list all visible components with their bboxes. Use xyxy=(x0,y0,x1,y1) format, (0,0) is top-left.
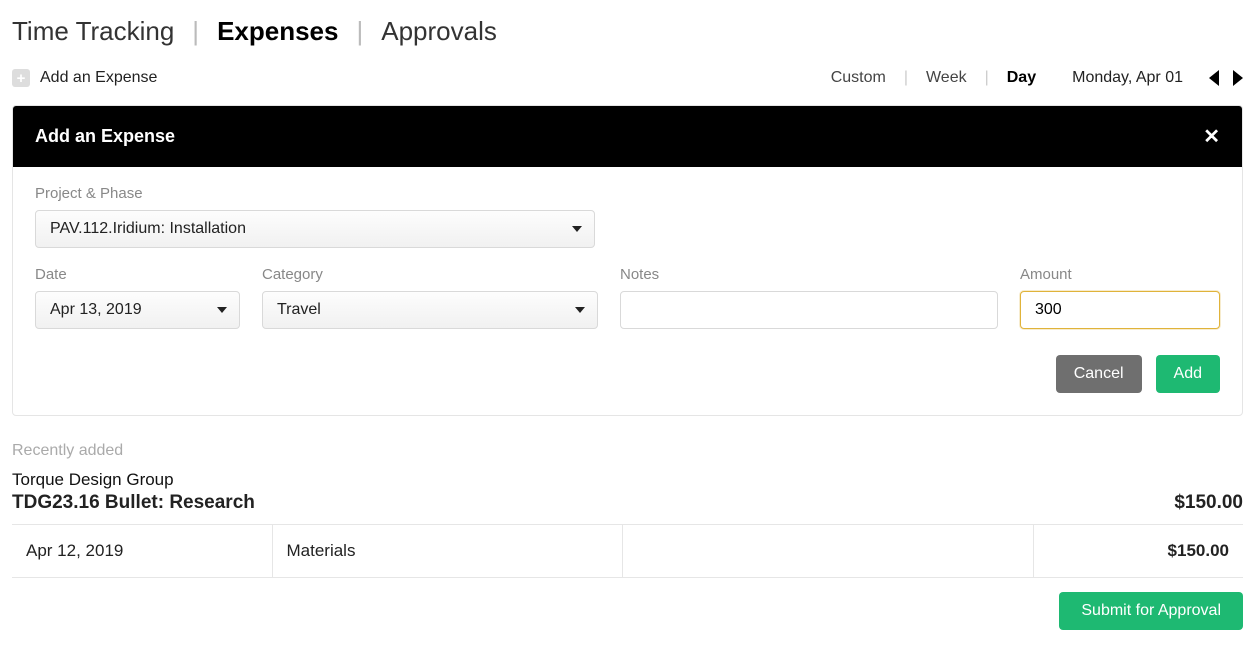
cell-notes xyxy=(622,525,1033,578)
amount-input[interactable] xyxy=(1020,291,1220,329)
date-value: Apr 13, 2019 xyxy=(50,301,142,319)
label-amount: Amount xyxy=(1020,266,1220,283)
label-date: Date xyxy=(35,266,240,283)
chevron-down-icon xyxy=(572,226,582,232)
add-expense-link[interactable]: + Add an Expense xyxy=(12,69,157,87)
expense-table: Apr 12, 2019 Materials $150.00 xyxy=(12,525,1243,578)
add-button[interactable]: Add xyxy=(1156,355,1220,393)
table-row[interactable]: Apr 12, 2019 Materials $150.00 xyxy=(12,525,1243,578)
modal-title: Add an Expense xyxy=(35,126,175,147)
prev-day-icon[interactable] xyxy=(1209,70,1219,86)
cell-date: Apr 12, 2019 xyxy=(12,525,272,578)
date-select[interactable]: Apr 13, 2019 xyxy=(35,291,240,329)
label-notes: Notes xyxy=(620,266,998,283)
chevron-down-icon xyxy=(575,307,585,313)
company-name: Torque Design Group xyxy=(12,470,1243,490)
notes-input[interactable] xyxy=(620,291,998,329)
plus-icon: + xyxy=(12,69,30,87)
recently-added-heading: Recently added xyxy=(12,442,1243,460)
cell-amount: $150.00 xyxy=(1033,525,1243,578)
divider: | xyxy=(192,16,199,47)
range-week[interactable]: Week xyxy=(926,69,967,87)
amount-field[interactable] xyxy=(1035,292,1185,328)
current-date: Monday, Apr 01 xyxy=(1072,69,1183,87)
project-phase-value: PAV.112.Iridium: Installation xyxy=(50,220,246,238)
range-day[interactable]: Day xyxy=(1007,69,1036,87)
tab-time-tracking[interactable]: Time Tracking xyxy=(12,16,174,47)
project-total: $150.00 xyxy=(1174,492,1243,514)
sub-bar: + Add an Expense Custom | Week | Day Mon… xyxy=(12,65,1243,105)
range-custom[interactable]: Custom xyxy=(831,69,886,87)
add-expense-label: Add an Expense xyxy=(40,69,157,87)
next-day-icon[interactable] xyxy=(1233,70,1243,86)
project-phase-select[interactable]: PAV.112.Iridium: Installation xyxy=(35,210,595,248)
project-name: TDG23.16 Bullet: Research xyxy=(12,492,255,514)
divider: | xyxy=(356,16,363,47)
category-value: Travel xyxy=(277,301,321,319)
label-category: Category xyxy=(262,266,598,283)
category-select[interactable]: Travel xyxy=(262,291,598,329)
tab-approvals[interactable]: Approvals xyxy=(381,16,497,47)
close-icon[interactable]: ✕ xyxy=(1203,124,1220,149)
top-nav: Time Tracking | Expenses | Approvals xyxy=(12,12,1243,65)
cancel-button[interactable]: Cancel xyxy=(1056,355,1142,393)
cell-category: Materials xyxy=(272,525,622,578)
range-controls: Custom | Week | Day Monday, Apr 01 xyxy=(831,69,1243,87)
add-expense-modal: Add an Expense ✕ Project & Phase PAV.112… xyxy=(12,105,1243,416)
tab-expenses[interactable]: Expenses xyxy=(217,16,338,47)
label-project-phase: Project & Phase xyxy=(35,185,1220,202)
chevron-down-icon xyxy=(217,307,227,313)
notes-field[interactable] xyxy=(635,292,963,328)
submit-approval-button[interactable]: Submit for Approval xyxy=(1059,592,1243,630)
